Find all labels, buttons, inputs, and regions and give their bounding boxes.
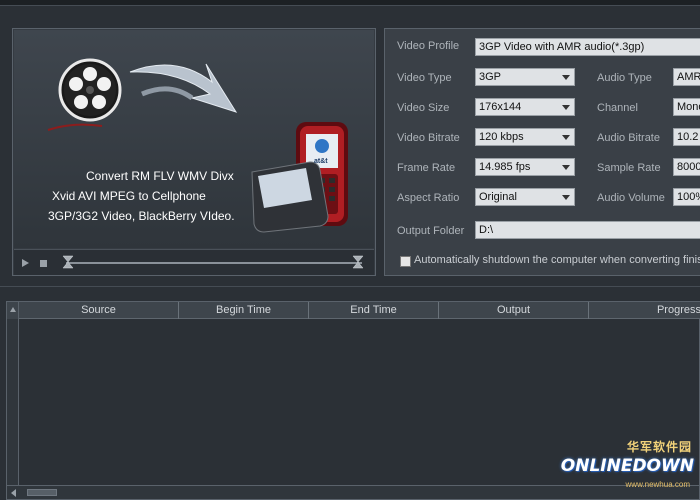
- audio-type-value: AMR: [677, 71, 700, 83]
- audio-volume-select[interactable]: 100%: [673, 188, 700, 206]
- video-type-select[interactable]: 3GP: [475, 68, 575, 86]
- scroll-up-button[interactable]: [7, 302, 19, 319]
- audio-type-label: Audio Type: [597, 72, 652, 84]
- watermark-sub-text: www.newhua.com: [625, 480, 690, 489]
- table-header: Source Begin Time End Time Output Progre…: [19, 302, 700, 319]
- column-header-progress[interactable]: Progress: [589, 302, 700, 319]
- video-profile-label: Video Profile: [397, 40, 460, 52]
- top-strip: [0, 0, 700, 6]
- trim-end-marker[interactable]: [352, 255, 364, 269]
- sample-rate-value: 8000: [677, 161, 700, 173]
- promo-line-1: Convert RM FLV WMV Divx: [86, 169, 234, 183]
- arrow-up-icon: [10, 307, 16, 312]
- auto-shutdown-checkbox[interactable]: [400, 256, 411, 267]
- arrow-left-icon[interactable]: [11, 489, 16, 497]
- chevron-down-icon: [562, 105, 570, 110]
- promo-line-3: 3GP/3G2 Video, BlackBerry VIdeo.: [48, 209, 235, 223]
- preview-panel: Convert RM FLV WMV Divx Xvid AVI MPEG to…: [12, 28, 376, 276]
- section-divider: [0, 286, 700, 300]
- output-folder-label: Output Folder: [397, 225, 465, 237]
- aspect-ratio-select[interactable]: Original: [475, 188, 575, 206]
- seek-bar[interactable]: [66, 262, 362, 264]
- trim-start-marker[interactable]: [62, 255, 74, 269]
- preview-stage: Convert RM FLV WMV Divx Xvid AVI MPEG to…: [14, 30, 374, 248]
- settings-panel: Video Profile 3GP Video with AMR audio(*…: [384, 28, 700, 276]
- video-bitrate-select[interactable]: 120 kbps: [475, 128, 575, 146]
- video-size-value: 176x144: [479, 101, 522, 113]
- audio-bitrate-value: 10.2: [677, 131, 699, 143]
- frame-rate-select[interactable]: 14.985 fps: [475, 158, 575, 176]
- audio-type-select[interactable]: AMR: [673, 68, 700, 86]
- play-icon: [22, 259, 29, 267]
- chevron-down-icon: [562, 135, 570, 140]
- video-bitrate-value: 120 kbps: [479, 131, 524, 143]
- chevron-down-icon: [562, 75, 570, 80]
- sample-rate-select[interactable]: 8000: [673, 158, 700, 176]
- chevron-down-icon: [562, 165, 570, 170]
- video-size-label: Video Size: [397, 102, 450, 114]
- column-header-source[interactable]: Source: [19, 302, 179, 319]
- audio-bitrate-label: Audio Bitrate: [597, 132, 660, 144]
- output-folder-value: D:\: [479, 224, 494, 236]
- column-header-output[interactable]: Output: [439, 302, 589, 319]
- sample-rate-label: Sample Rate: [597, 162, 661, 174]
- aspect-ratio-value: Original: [479, 191, 517, 203]
- video-profile-value: 3GP Video with AMR audio(*.3gp): [479, 41, 645, 53]
- promo-line-2: Xvid AVI MPEG to Cellphone: [52, 189, 206, 203]
- frame-rate-value: 14.985 fps: [479, 161, 531, 173]
- frame-rate-label: Frame Rate: [397, 162, 456, 174]
- auto-shutdown-label: Automatically shutdown the computer when…: [414, 254, 700, 266]
- video-profile-select[interactable]: 3GP Video with AMR audio(*.3gp): [475, 38, 700, 56]
- video-bitrate-label: Video Bitrate: [397, 132, 460, 144]
- chevron-down-icon: [562, 195, 570, 200]
- column-header-end-time[interactable]: End Time: [309, 302, 439, 319]
- vertical-scrollbar[interactable]: [7, 319, 19, 485]
- swoosh-arrow-icon: [129, 63, 238, 113]
- video-size-select[interactable]: 176x144: [475, 98, 575, 116]
- channel-value: Mono: [677, 101, 700, 113]
- audio-volume-label: Audio Volume: [597, 192, 665, 204]
- cellphone-illustration: [251, 122, 348, 233]
- video-type-label: Video Type: [397, 72, 452, 84]
- stop-icon: [39, 259, 47, 267]
- playback-controls: [14, 249, 374, 275]
- channel-select[interactable]: Mono: [673, 98, 700, 116]
- video-type-value: 3GP: [479, 71, 502, 83]
- horizontal-scroll-thumb[interactable]: [27, 489, 57, 496]
- watermark-top-text: 华军软件园: [626, 440, 692, 454]
- output-folder-input[interactable]: D:\: [475, 221, 700, 239]
- aspect-ratio-label: Aspect Ratio: [397, 192, 460, 204]
- channel-label: Channel: [597, 102, 638, 114]
- column-header-begin-time[interactable]: Begin Time: [179, 302, 309, 319]
- watermark-main-text: ONLINEDOWN: [560, 456, 694, 476]
- stop-button[interactable]: [36, 256, 50, 270]
- phone-brand-label: at&t: [314, 158, 328, 165]
- promo-text: Convert RM FLV WMV Divx Xvid AVI MPEG to…: [30, 166, 235, 226]
- watermark-logo: 华军软件园 ONLINEDOWN www.newhua.com: [561, 438, 694, 494]
- audio-bitrate-select[interactable]: 10.2: [673, 128, 700, 146]
- play-button[interactable]: [18, 256, 32, 270]
- audio-volume-value: 100%: [677, 191, 700, 203]
